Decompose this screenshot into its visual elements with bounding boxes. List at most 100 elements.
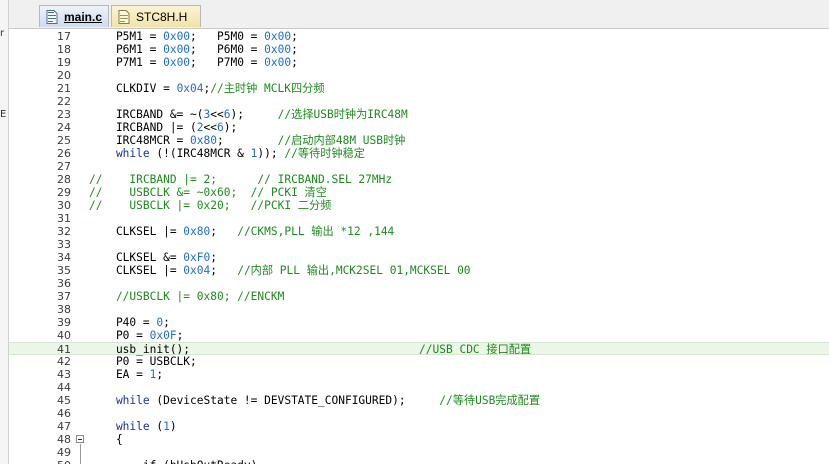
ide-window: r E main.c STC8H.H 17 P5M1 = 0x00; P5M0 … [0, 0, 829, 464]
keyword: while [89, 147, 150, 160]
code-text: ; P6M0 = [190, 43, 265, 56]
number-literal: 0x00 [264, 56, 292, 69]
code-line[interactable]: 23 IRCBAND &= ~(3<<6); //选择USB时钟为IRC48M [9, 108, 829, 121]
code-text: P0 = USBCLK; [89, 355, 197, 368]
line-number: 33 [57, 238, 71, 251]
keyword: while [89, 394, 150, 407]
code-text: // USBCLK &= ~0x60; // PCKI 清空 [89, 186, 327, 199]
line-number: 34 [57, 251, 71, 264]
code-text: IRC48MCR = [89, 134, 191, 147]
code-line[interactable]: 27 [9, 160, 829, 173]
line-number: 37 [57, 290, 71, 303]
code-line[interactable]: 36 [9, 277, 829, 290]
line-number: 26 [57, 147, 71, 160]
code-text: while (!(IRC48MCR & 1)); //等待时钟稳定 [89, 147, 365, 160]
number-literal: 2 [196, 121, 204, 134]
code-editor[interactable]: 17 P5M1 = 0x00; P5M0 = 0x00; 18 P6M1 = 0x… [9, 29, 829, 464]
code-line[interactable]: 24 IRCBAND |= (2<<6); [9, 121, 829, 134]
code-line[interactable]: 45 while (DeviceState != DEVSTATE_CONFIG… [9, 394, 829, 407]
comment: //等待时钟稳定 [277, 147, 365, 160]
code-line[interactable]: 48 { [9, 433, 829, 446]
code-text: P6M1 = 0x00; P6M0 = 0x00; [89, 43, 298, 56]
code-text: ; [210, 264, 238, 277]
code-line[interactable]: 42 P0 = USBCLK; [9, 355, 829, 368]
code-line[interactable]: 25 IRC48MCR = 0x80; //启动内部48M USB时钟 [9, 134, 829, 147]
code-line[interactable]: 28 // IRCBAND |= 2; // IRCBAND.SEL 27MHz [9, 173, 829, 186]
tab-label: STC8H.H [136, 9, 188, 24]
code-text: P40 = 0; [89, 316, 170, 329]
code-line[interactable]: 19 P7M1 = 0x00; P7M0 = 0x00; [9, 56, 829, 69]
code-line[interactable]: 33 [9, 238, 829, 251]
number-literal: 6 [217, 121, 224, 134]
code-text: P6M1 = [89, 43, 164, 56]
keyword: while [89, 420, 150, 433]
code-line[interactable]: 50 if (bUsbOutReady) [9, 459, 829, 464]
code-line[interactable]: 39 P40 = 0; [9, 316, 829, 329]
code-line[interactable]: 18 P6M1 = 0x00; P6M0 = 0x00; [9, 43, 829, 56]
code-line[interactable]: 49 [9, 446, 829, 459]
code-text: if (bUsbOutReady) [89, 459, 258, 464]
tab-stc8h-h[interactable]: STC8H.H [111, 5, 201, 27]
code-text: IRCBAND |= (2<<6); [89, 121, 237, 134]
code-line[interactable]: 46 [9, 407, 829, 420]
line-number: 44 [57, 381, 71, 394]
code-line[interactable]: 40 P0 = 0x0F; [9, 329, 829, 342]
code-text: ; [291, 43, 298, 56]
line-number: 46 [57, 407, 71, 420]
code-line[interactable]: 37 //USBCLK |= 0x80; //ENCKM [9, 290, 829, 303]
number-literal: 0x00 [163, 56, 191, 69]
project-panel-edge[interactable]: r E [0, 0, 9, 464]
fold-collapse-icon[interactable] [76, 435, 84, 443]
comment: // USBCLK &= ~0x60; // PCKI 清空 [89, 186, 327, 199]
code-text: CLKSEL |= [89, 225, 184, 238]
code-line[interactable]: 41 usb_init(); //USB CDC 接口配置 [9, 342, 829, 356]
number-literal: 0x04 [176, 82, 204, 95]
code-text: << [203, 121, 218, 134]
code-line[interactable]: 44 [9, 381, 829, 394]
code-text: // IRCBAND |= 2; // IRCBAND.SEL 27MHz [89, 173, 392, 186]
line-number: 45 [57, 394, 71, 407]
code-line[interactable]: 32 CLKSEL |= 0x80; //CKMS,PLL 输出 *12 ,14… [9, 225, 829, 238]
code-line[interactable]: 43 EA = 1; [9, 368, 829, 381]
code-text: P0 = [89, 329, 150, 342]
code-line[interactable]: 35 CLKSEL |= 0x04; //内部 PLL 输出,MCK2SEL 0… [9, 264, 829, 277]
panel-text-fragment: E [0, 109, 7, 120]
code-text: ; [291, 30, 298, 43]
code-line[interactable]: 26 while (!(IRC48MCR & 1)); //等待时钟稳定 [9, 147, 829, 160]
code-text: ; [176, 329, 184, 342]
code-text: P0 = USBCLK; [89, 355, 197, 368]
code-text: IRCBAND &= ~( [89, 108, 204, 121]
code-line[interactable]: 21 CLKDIV = 0x04;//主时钟 MCLK四分频 [9, 82, 829, 95]
line-number: 28 [57, 173, 71, 186]
line-number: 20 [57, 69, 71, 82]
tab-main-c[interactable]: main.c [39, 5, 109, 27]
code-line[interactable]: 20 [9, 69, 829, 82]
line-number: 18 [57, 43, 71, 56]
code-text: P7M1 = [89, 56, 164, 69]
code-line[interactable]: 30 // USBCLK |= 0x20; //PCKI 二分频 [9, 199, 829, 212]
code-text: //USBCLK |= 0x80; //ENCKM [89, 290, 284, 303]
line-number: 48 [57, 433, 71, 446]
code-line[interactable]: 31 [9, 212, 829, 225]
line-number: 23 [57, 108, 71, 121]
code-text: ) [169, 420, 177, 433]
code-line[interactable]: 47 while (1) [9, 420, 829, 433]
code-line[interactable]: 38 [9, 303, 829, 316]
code-line[interactable]: 17 P5M1 = 0x00; P5M0 = 0x00; [9, 30, 829, 43]
code-line[interactable]: 22 [9, 95, 829, 108]
comment: // IRCBAND |= 2; // IRCBAND.SEL 27MHz [89, 173, 393, 186]
comment: // USBCLK |= 0x20; //PCKI 二分频 [89, 199, 332, 212]
code-text: IRC48MCR = 0x80; //启动内部48M USB时钟 [89, 134, 405, 147]
line-number: 25 [57, 134, 71, 147]
code-text: ; [217, 134, 278, 147]
code-line[interactable]: 29 // USBCLK &= ~0x60; // PCKI 清空 [9, 186, 829, 199]
code-text: EA = 1; [89, 368, 163, 381]
code-text: CLKDIV = 0x04;//主时钟 MCLK四分频 [89, 82, 325, 95]
comment: //主时钟 MCLK四分频 [210, 82, 325, 95]
code-text: CLKSEL |= 0x80; //CKMS,PLL 输出 *12 ,144 [89, 225, 394, 238]
code-text: IRCBAND &= ~(3<<6); //选择USB时钟为IRC48M [89, 108, 408, 121]
number-literal: 0x00 [163, 30, 191, 43]
line-number: 50 [39, 459, 71, 464]
code-line[interactable]: 34 CLKSEL &= 0xF0; [9, 251, 829, 264]
code-text: P7M1 = 0x00; P7M0 = 0x00; [89, 56, 298, 69]
